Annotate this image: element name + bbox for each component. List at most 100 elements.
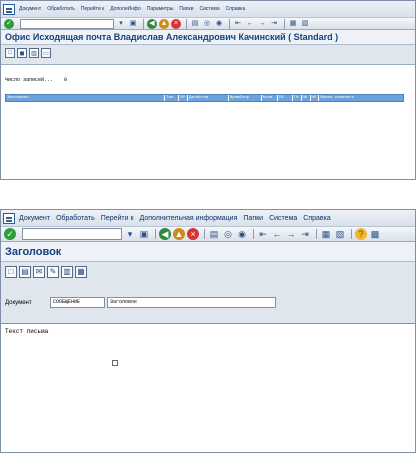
previous-page-icon[interactable]: ← xyxy=(245,19,255,29)
document-label: Документ xyxy=(5,299,32,306)
menu-document[interactable]: Документ xyxy=(19,215,50,222)
find-icon[interactable]: ◎ xyxy=(202,19,212,29)
shortcut-icon[interactable]: ▧ xyxy=(300,19,310,29)
last-page-icon[interactable]: ⇥ xyxy=(269,19,279,29)
column-title[interactable]: Заголовок xyxy=(6,95,166,101)
folder-icon[interactable]: ▭ xyxy=(41,48,51,58)
back-icon[interactable]: ◀ xyxy=(159,228,171,240)
document-row: Документ СООБЩЕНИЕ Заголовок xyxy=(5,297,278,308)
toolbar-separator xyxy=(316,229,317,239)
new-document-icon[interactable]: □ xyxy=(5,265,17,278)
column-priority[interactable]: ПР xyxy=(179,95,189,101)
cancel-icon[interactable]: × xyxy=(187,228,199,240)
back-icon[interactable]: ◀ xyxy=(147,18,157,29)
send-icon[interactable]: ✉ xyxy=(33,265,45,278)
toolbar-separator xyxy=(143,18,144,29)
column-ok[interactable]: ОК xyxy=(302,95,311,101)
document-list-area: Число записей... 0 Заголовок Тип ПР Дата… xyxy=(1,64,415,179)
display-document-icon[interactable]: ◼ xyxy=(17,48,27,58)
menu-extras[interactable]: ДополнИнфо xyxy=(110,6,141,12)
record-count-value: 0 xyxy=(64,77,68,83)
first-page-icon[interactable]: ⇤ xyxy=(257,228,269,240)
outgoing-mail-window: Документ Обработать Перейти к ДополнИнфо… xyxy=(0,0,416,180)
toolbar-separator xyxy=(186,18,187,29)
page-title: Офис Исходящая почта Владислав Александр… xyxy=(1,30,415,45)
find-icon[interactable]: ◎ xyxy=(222,228,234,240)
column-send-time[interactable]: ВремОтпр xyxy=(229,95,262,101)
dropdown-icon[interactable]: ▾ xyxy=(124,228,136,240)
layout-menu-icon[interactable]: ▩ xyxy=(369,228,381,240)
application-toolbar: □ ◼ ▥ ▭ xyxy=(1,45,415,61)
menu-edit[interactable]: Обработать xyxy=(56,215,95,222)
column-count[interactable]: Колв xyxy=(262,95,278,101)
menu-system[interactable]: Система xyxy=(199,6,219,12)
edit-icon[interactable]: ✎ xyxy=(47,265,59,278)
change-document-icon[interactable]: ▥ xyxy=(29,48,39,58)
menu-help[interactable]: Справка xyxy=(226,6,246,12)
exit-icon[interactable]: ▲ xyxy=(173,228,185,240)
save-icon[interactable]: ▣ xyxy=(128,19,138,29)
menu-bar: Документ Обработать Перейти к ДополнИнфо… xyxy=(1,1,415,17)
sap-menu-icon[interactable] xyxy=(3,212,15,224)
application-toolbar: □ ▤ ✉ ✎ ▥ ▦ xyxy=(1,262,415,281)
column-editable[interactable]: Можно изменить xyxy=(319,95,403,101)
column-send-date[interactable]: ДатаОтпр xyxy=(188,95,229,101)
new-session-icon[interactable]: ▦ xyxy=(320,228,332,240)
next-page-icon[interactable]: → xyxy=(257,19,267,29)
next-page-icon[interactable]: → xyxy=(285,228,297,240)
menu-additional-info[interactable]: Дополнительная информация xyxy=(140,215,238,222)
column-tf[interactable]: ТФ xyxy=(293,95,302,101)
sap-menu-icon[interactable] xyxy=(3,3,15,15)
menu-bar: Документ Обработать Перейти к Дополнител… xyxy=(1,210,415,226)
print-icon[interactable]: ▤ xyxy=(208,228,220,240)
print-icon[interactable]: ▤ xyxy=(190,19,200,29)
check-icon[interactable]: ✓ xyxy=(4,18,14,29)
menu-help[interactable]: Справка xyxy=(303,215,330,222)
record-count: Число записей... 0 xyxy=(5,77,67,83)
column-type[interactable]: Тип xyxy=(165,95,180,101)
find-next-icon[interactable]: ◉ xyxy=(214,19,224,29)
settings-icon[interactable]: ▦ xyxy=(75,265,87,278)
cancel-icon[interactable]: × xyxy=(171,18,181,29)
toolbar-separator xyxy=(284,18,285,29)
record-count-label: Число записей... xyxy=(5,77,54,83)
document-title-field[interactable]: Заголовок xyxy=(107,297,276,308)
find-next-icon[interactable]: ◉ xyxy=(236,228,248,240)
menu-settings[interactable]: Параметры xyxy=(147,6,174,12)
attachment-icon[interactable]: ▥ xyxy=(61,265,73,278)
menu-goto[interactable]: Перейти к xyxy=(81,6,104,12)
copy-document-icon[interactable]: ▤ xyxy=(19,265,31,278)
dropdown-icon[interactable]: ▾ xyxy=(116,19,126,29)
last-page-icon[interactable]: ⇥ xyxy=(299,228,311,240)
previous-page-icon[interactable]: ← xyxy=(271,228,283,240)
menu-system[interactable]: Система xyxy=(269,215,297,222)
create-document-icon[interactable]: □ xyxy=(5,48,15,58)
menu-goto[interactable]: Перейти к xyxy=(101,215,134,222)
column-np[interactable]: НП xyxy=(311,95,320,101)
toolbar-separator xyxy=(229,18,230,29)
message-editor[interactable]: Текст письма xyxy=(1,323,415,452)
document-type-field[interactable]: СООБЩЕНИЕ xyxy=(50,297,105,308)
toolbar-separator xyxy=(351,229,352,239)
new-session-icon[interactable]: ▦ xyxy=(288,19,298,29)
standard-toolbar: ✓ ▾ ▣ ◀ ▲ × ▤ ◎ ◉ ⇤ ← → ⇥ ▦ ▧ ? ▩ xyxy=(1,226,415,242)
standard-toolbar: ✓ ▾ ▣ ◀ ▲ × ▤ ◎ ◉ ⇤ ← → ⇥ ▦ ▧ xyxy=(1,17,415,30)
command-field[interactable] xyxy=(20,18,114,29)
help-icon[interactable]: ? xyxy=(355,228,367,240)
command-field[interactable] xyxy=(22,228,122,240)
mouse-cursor-icon xyxy=(112,360,118,366)
document-window: Документ Обработать Перейти к Дополнител… xyxy=(0,209,416,453)
menu-edit[interactable]: Обработать xyxy=(47,6,75,12)
column-header: Заголовок Тип ПР ДатаОтпр ВремОтпр Колв … xyxy=(5,94,404,102)
exit-icon[interactable]: ▲ xyxy=(159,18,169,29)
save-icon[interactable]: ▣ xyxy=(138,228,150,240)
menu-folders[interactable]: Папки xyxy=(179,6,193,12)
message-body[interactable]: Текст письма xyxy=(5,328,48,335)
shortcut-icon[interactable]: ▧ xyxy=(334,228,346,240)
first-page-icon[interactable]: ⇤ xyxy=(233,19,243,29)
check-icon[interactable]: ✓ xyxy=(4,228,16,240)
menu-document[interactable]: Документ xyxy=(19,6,41,12)
toolbar-separator xyxy=(204,229,205,239)
column-sp[interactable]: СП xyxy=(278,95,293,101)
menu-folders[interactable]: Папки xyxy=(243,215,263,222)
